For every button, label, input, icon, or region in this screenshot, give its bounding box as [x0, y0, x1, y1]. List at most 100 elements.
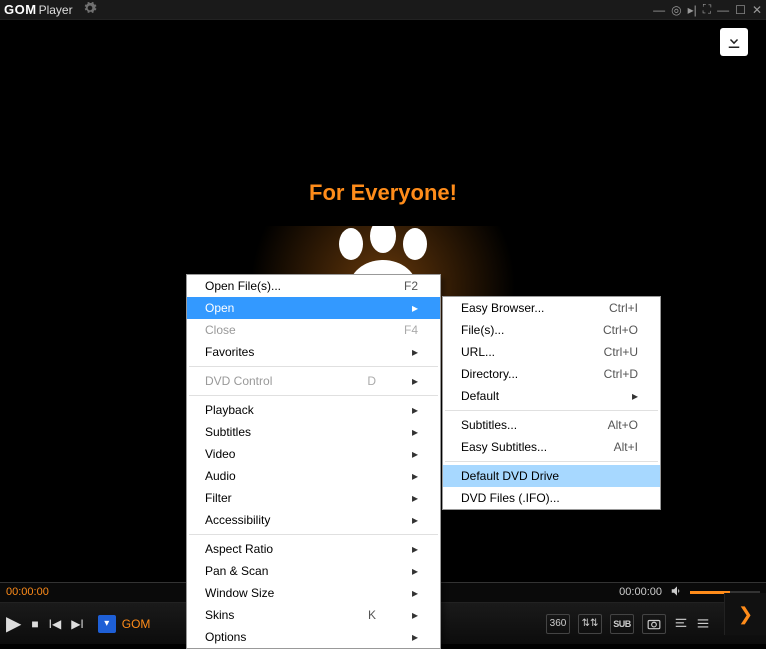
minimize-button[interactable]: — [717, 3, 729, 17]
time-total: 00:00:00 [619, 586, 662, 598]
close-button[interactable]: ✕ [752, 3, 762, 17]
stop-button[interactable]: ■ [31, 617, 38, 631]
menu-item-label: Video [205, 447, 376, 461]
context-menu-main: Open File(s)... F2 Open▸ Close F4 Favorites▸ D… [186, 274, 441, 649]
menu-item-options[interactable]: Options▸ [187, 626, 440, 648]
submenu-item-separator [445, 410, 658, 411]
title-bar: GOM Player — ◎ ▸| ⛶ — ☐ ✕ [0, 0, 766, 20]
time-elapsed: 00:00:00 [6, 586, 49, 598]
window-control-3[interactable]: ▸| [688, 3, 697, 17]
chevron-right-icon: ▸ [406, 513, 418, 527]
submenu-item-default-dvd-drive[interactable]: Default DVD Drive [443, 465, 660, 487]
submenu-item-easy-subtitles[interactable]: Easy Subtitles...Alt+I [443, 436, 660, 458]
playlist-button[interactable] [696, 617, 710, 631]
chevron-right-icon: ▸ [406, 630, 418, 644]
chevron-right-icon: ▸ [406, 345, 418, 359]
menu-item-audio[interactable]: Audio▸ [187, 465, 440, 487]
menu-item-pan-scan[interactable]: Pan & Scan▸ [187, 560, 440, 582]
screenshot-button[interactable] [642, 614, 666, 634]
submenu-item-default[interactable]: Default▸ [443, 385, 660, 407]
window-controls: — ◎ ▸| ⛶ — ☐ ✕ [653, 2, 762, 17]
submenu-item-label: URL... [461, 345, 574, 359]
menu-item-label: Open File(s)... [205, 279, 374, 293]
menu-item-playback[interactable]: Playback ▸ [187, 399, 440, 421]
chevron-right-icon: ▸ [406, 586, 418, 600]
prev-button[interactable]: I◀ [49, 617, 62, 631]
menu-item-shortcut: D [367, 374, 376, 388]
menu-item-label: Skins [205, 608, 338, 622]
sync-button[interactable]: ⇅⇅ [578, 614, 602, 634]
gear-icon[interactable] [83, 1, 97, 18]
menu-item-label: Filter [205, 491, 376, 505]
menu-item-video[interactable]: Video ▸ [187, 443, 440, 465]
chevron-right-icon: ▸ [406, 425, 418, 439]
right-tools: 360 ⇅⇅ SUB [546, 614, 710, 634]
submenu-item-url[interactable]: URL... Ctrl+U [443, 341, 660, 363]
submenu-item-label: Directory... [461, 367, 574, 381]
menu-item-subtitles[interactable]: Subtitles ▸ [187, 421, 440, 443]
submenu-item-label: Easy Browser... [461, 301, 579, 315]
menu-item-filter[interactable]: Filter ▸ [187, 487, 440, 509]
menu-item-shortcut: K [368, 608, 376, 622]
subtitles-button[interactable]: SUB [610, 614, 634, 634]
chevron-right-icon: ▸ [406, 608, 418, 622]
menu-item-dvd-control: DVD Control D ▸ [187, 370, 440, 392]
now-playing[interactable]: ▾ GOM [98, 615, 151, 633]
camera-icon [647, 618, 661, 630]
menu-item-aspect-ratio[interactable]: Aspect Ratio▸ [187, 538, 440, 560]
chevron-right-icon: ▸ [406, 447, 418, 461]
list-icon [696, 617, 710, 631]
menu-item-label: Playback [205, 403, 376, 417]
now-playing-icon: ▾ [98, 615, 116, 633]
menu-item-open-file-s[interactable]: Open File(s)... F2 [187, 275, 440, 297]
menu-item-label: Pan & Scan [205, 564, 376, 578]
play-button[interactable]: ▶ [6, 611, 21, 636]
eq-button[interactable] [674, 617, 688, 631]
submenu-item-shortcut: Alt+O [608, 418, 638, 432]
menu-item-label: Subtitles [205, 425, 376, 439]
menu-item-window-size[interactable]: Window Size ▸ [187, 582, 440, 604]
menu-item-label: Close [205, 323, 374, 337]
submenu-item-shortcut: Ctrl+U [604, 345, 638, 359]
chevron-right-icon: ▸ [406, 542, 418, 556]
next-button[interactable]: ▶I [71, 617, 84, 631]
submenu-item-label: Easy Subtitles... [461, 440, 584, 454]
submenu-item-shortcut: Ctrl+I [609, 301, 638, 315]
menu-item-label: Window Size [205, 586, 376, 600]
logo-rest: Player [39, 3, 73, 17]
eq-icon [674, 617, 688, 631]
context-menu-open: Easy Browser...Ctrl+IFile(s)...Ctrl+OURL… [442, 296, 661, 510]
menu-item-favorites[interactable]: Favorites▸ [187, 341, 440, 363]
menu-item-open[interactable]: Open▸ [187, 297, 440, 319]
window-control-4[interactable]: ⛶ [703, 2, 711, 17]
menu-item-label: DVD Control [205, 374, 337, 388]
chevron-right-icon: ▸ [406, 301, 418, 315]
window-control-1[interactable]: — [653, 3, 665, 17]
expand-panel-button[interactable]: ❯ [724, 593, 766, 635]
download-badge[interactable] [720, 28, 748, 56]
submenu-item-dvd-files-ifo[interactable]: DVD Files (.IFO)... [443, 487, 660, 509]
mode-360-button[interactable]: 360 [546, 614, 570, 634]
submenu-item-shortcut: Ctrl+D [604, 367, 638, 381]
chevron-right-icon: ▸ [406, 403, 418, 417]
maximize-button[interactable]: ☐ [735, 3, 746, 17]
logo-bold: GOM [4, 2, 37, 17]
submenu-item-label: Subtitles... [461, 418, 578, 432]
menu-item-skins[interactable]: Skins K ▸ [187, 604, 440, 626]
submenu-item-easy-browser[interactable]: Easy Browser... Ctrl+I [443, 297, 660, 319]
menu-item-separator [189, 395, 438, 396]
submenu-item-subtitles[interactable]: Subtitles... Alt+O [443, 414, 660, 436]
menu-item-shortcut: F4 [404, 323, 418, 337]
volume-icon[interactable] [670, 584, 684, 601]
menu-item-accessibility[interactable]: Accessibility▸ [187, 509, 440, 531]
menu-item-shortcut: F2 [404, 279, 418, 293]
hero-title: For Everyone! [213, 180, 553, 206]
submenu-item-separator [445, 461, 658, 462]
submenu-item-file-s[interactable]: File(s)...Ctrl+O [443, 319, 660, 341]
chevron-right-icon: ▸ [406, 491, 418, 505]
submenu-item-directory[interactable]: Directory... Ctrl+D [443, 363, 660, 385]
chevron-right-icon: ▸ [406, 374, 418, 388]
submenu-item-label: DVD Files (.IFO)... [461, 491, 638, 505]
submenu-item-label: Default DVD Drive [461, 469, 638, 483]
window-control-2[interactable]: ◎ [671, 3, 681, 17]
